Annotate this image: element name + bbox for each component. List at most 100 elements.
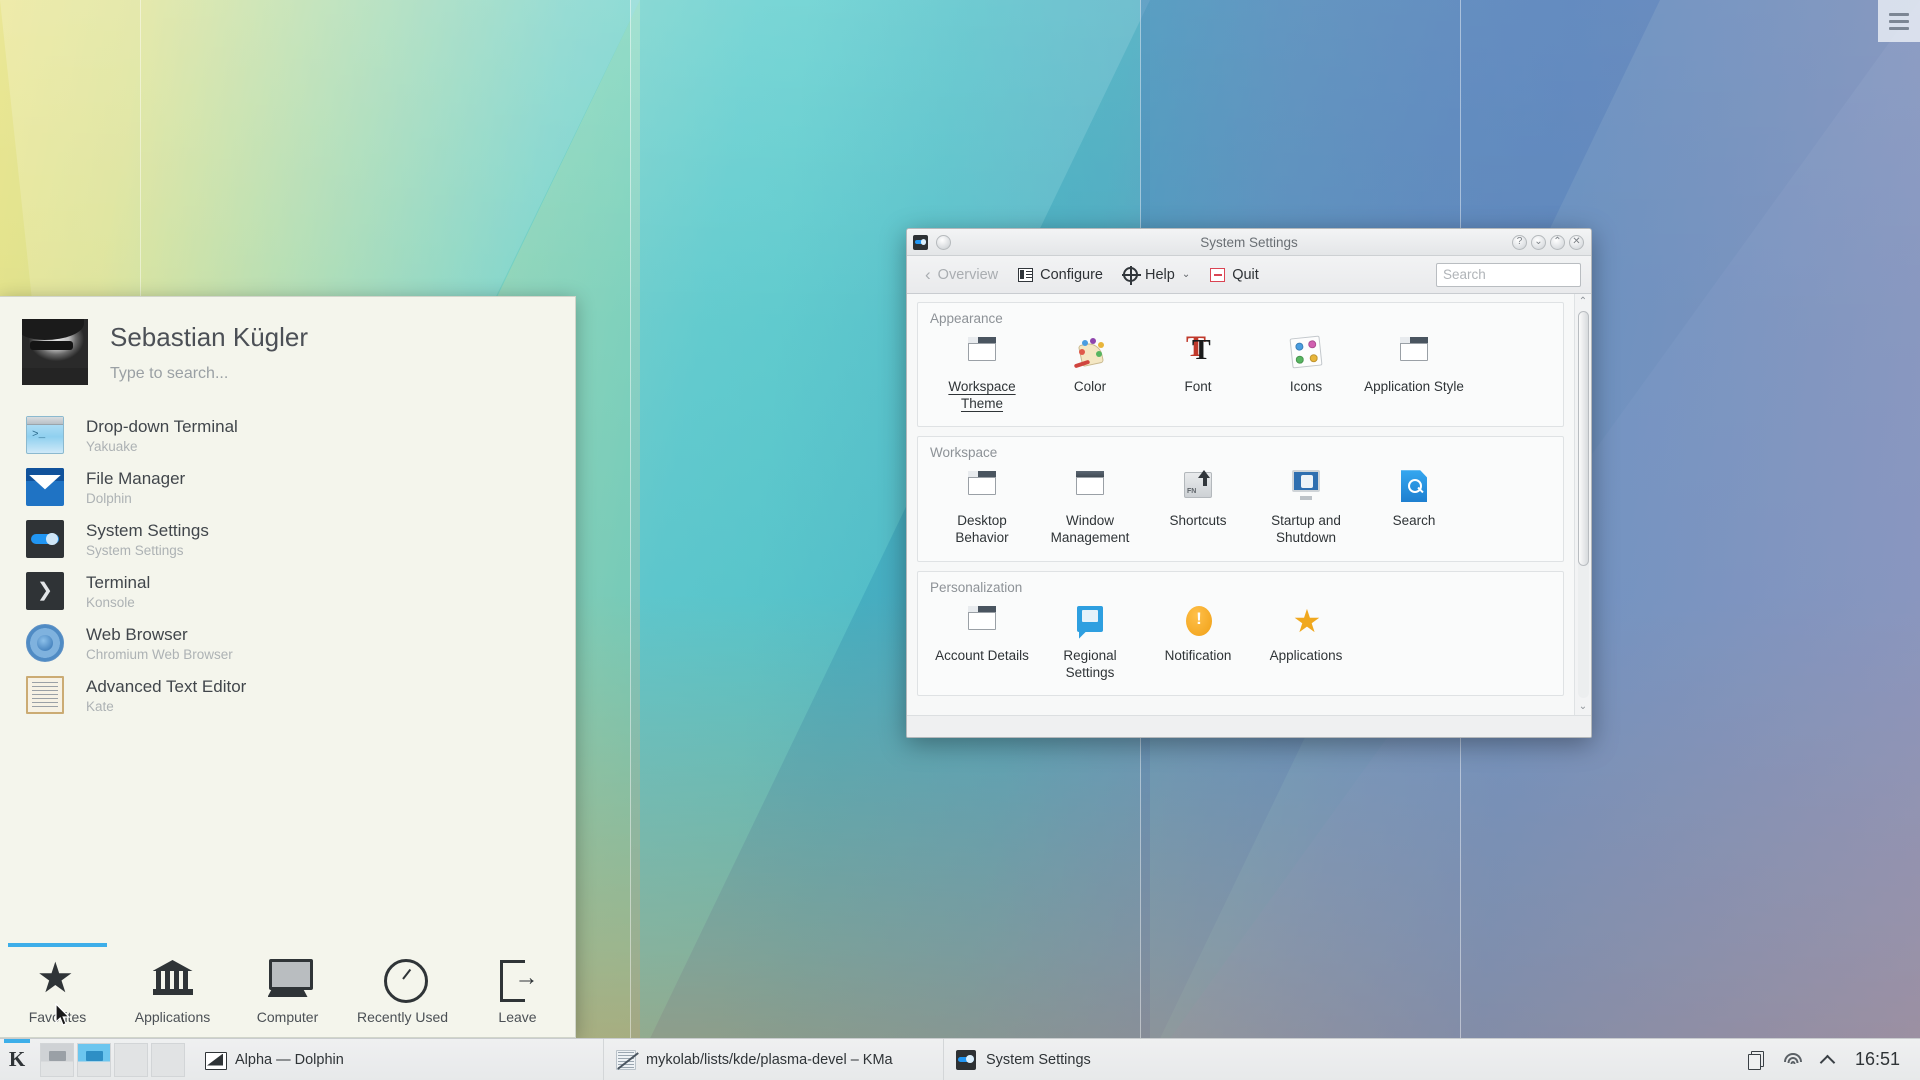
configure-icon	[1018, 267, 1034, 282]
kcm-applications[interactable]: ★ Applications	[1252, 599, 1360, 685]
kcm-label: Search	[1392, 513, 1436, 529]
search-placeholder: Search	[1443, 267, 1486, 282]
task-item[interactable]: System Settings	[943, 1038, 1183, 1080]
kcm-startup-shutdown[interactable]: Startup and Shutdown	[1252, 464, 1360, 550]
list-item[interactable]: File Manager Dolphin	[0, 461, 575, 513]
tab-computer[interactable]: Computer	[230, 943, 345, 1025]
pager-desktop-1[interactable]	[40, 1042, 74, 1077]
lifering-help-icon	[1121, 266, 1141, 285]
account-window-icon	[963, 604, 1001, 640]
section-title: Workspace	[930, 445, 998, 461]
bank-icon	[152, 957, 194, 999]
chevron-up-icon[interactable]	[1819, 1050, 1839, 1070]
clock[interactable]: 16:51	[1855, 1049, 1904, 1070]
configure-button[interactable]: Configure	[1010, 263, 1111, 287]
kmail-icon	[616, 1049, 636, 1070]
task-label: System Settings	[986, 1051, 1091, 1068]
vertical-scrollbar[interactable]: ⌃ ⌄	[1574, 294, 1591, 715]
window-style-icon	[1395, 335, 1433, 371]
settings-body: Appearance Workspace Theme Color T T Fon…	[907, 294, 1591, 715]
kcm-font[interactable]: Font	[1144, 330, 1252, 416]
kcm-label: Icons	[1289, 379, 1323, 394]
list-item-subtitle: Kate	[86, 698, 114, 714]
launcher-search-input[interactable]: Type to search...	[110, 365, 308, 383]
window-titlebar[interactable]: System Settings ? ⌄ ⌃ ✕	[907, 229, 1591, 256]
dolphin-icon	[26, 468, 64, 506]
kcm-label: Startup and Shutdown	[1271, 513, 1341, 546]
kcm-search[interactable]: Search	[1360, 464, 1468, 550]
kcm-application-style[interactable]: Application Style	[1360, 330, 1468, 416]
kcm-account-details[interactable]: Account Details	[928, 599, 1036, 685]
kcm-label: Color	[1073, 379, 1107, 394]
kcm-window-management[interactable]: Window Management	[1036, 464, 1144, 550]
task-item[interactable]: Alpha — Dolphin	[193, 1039, 603, 1080]
quit-button[interactable]: Quit	[1202, 263, 1267, 287]
list-item[interactable]: Advanced Text Editor Kate	[0, 669, 575, 721]
system-tray: 16:51	[1747, 1049, 1920, 1070]
tab-leave[interactable]: Leave	[460, 943, 575, 1025]
tab-applications[interactable]: Applications	[115, 943, 230, 1025]
taskbar: K Alpha — Dolphin mykolab/lists/kde/plas…	[0, 1038, 1920, 1080]
list-item[interactable]: System Settings System Settings	[0, 513, 575, 565]
kcm-label: Window Management	[1050, 513, 1130, 546]
help-menu-button[interactable]: Help ⌄	[1115, 263, 1198, 287]
pager-desktop-4[interactable]	[151, 1042, 185, 1077]
task-item[interactable]: mykolab/lists/kde/plasma-devel – KMa	[603, 1038, 943, 1080]
monitor-startup-icon	[1287, 469, 1325, 505]
chevron-down-icon: ⌄	[1181, 268, 1191, 280]
kcm-regional-settings[interactable]: Regional Settings	[1036, 599, 1144, 685]
list-item-title: File Manager	[86, 468, 186, 488]
kcm-shortcuts[interactable]: Shortcuts	[1144, 464, 1252, 550]
tab-label: Computer	[256, 1009, 319, 1025]
mouse-cursor	[55, 1003, 71, 1026]
warning-circle-icon	[1179, 604, 1217, 640]
star-icon: ★	[36, 954, 75, 1001]
list-item[interactable]: Terminal Konsole	[0, 565, 575, 617]
scroll-up-arrow-icon[interactable]: ⌃	[1579, 296, 1587, 308]
folder-icon	[205, 1050, 227, 1070]
keyboard-key-icon	[1179, 469, 1217, 505]
kde-k-icon: K	[8, 1047, 26, 1071]
kcm-label: Desktop Behavior	[955, 513, 1009, 546]
list-item[interactable]: Web Browser Chromium Web Browser	[0, 617, 575, 669]
list-item-subtitle: Chromium Web Browser	[86, 646, 233, 662]
kcm-label: Shortcuts	[1169, 513, 1227, 529]
kcm-notification[interactable]: Notification	[1144, 599, 1252, 685]
speech-bubble-icon	[1071, 604, 1109, 640]
kcm-desktop-behavior[interactable]: Desktop Behavior	[928, 464, 1036, 550]
chromium-icon	[26, 624, 64, 662]
monitor-icon	[267, 957, 313, 999]
overview-back-button[interactable]: ‹ Overview	[917, 261, 1006, 289]
launcher-tabs: ★ Favorites Applications Computer Recent…	[0, 943, 575, 1037]
list-item-subtitle: Yakuake	[86, 438, 138, 454]
scroll-down-arrow-icon[interactable]: ⌄	[1579, 701, 1587, 713]
section-title: Personalization	[930, 579, 1023, 595]
star-icon: ★	[1292, 602, 1322, 639]
clipboard-icon[interactable]	[1747, 1050, 1767, 1070]
list-item[interactable]: Drop-down Terminal Yakuake	[0, 409, 575, 461]
scrollbar-thumb[interactable]	[1577, 311, 1589, 567]
configure-label: Configure	[1040, 266, 1103, 283]
scrollbar-track[interactable]	[1577, 311, 1589, 698]
kickoff-menu-button[interactable]: K	[0, 1038, 34, 1080]
system-settings-icon	[26, 520, 64, 558]
kcm-icons[interactable]: Icons	[1252, 330, 1360, 416]
kcm-workspace-theme[interactable]: Workspace Theme	[928, 330, 1036, 416]
section-workspace: Workspace Desktop Behavior Window Manage…	[917, 436, 1564, 562]
list-item-title: Advanced Text Editor	[86, 676, 247, 696]
list-item-title: Terminal	[86, 572, 151, 592]
kcm-color[interactable]: Color	[1036, 330, 1144, 416]
task-list: Alpha — Dolphin mykolab/lists/kde/plasma…	[185, 1038, 1747, 1080]
window-toolbar: ‹ Overview Configure Help ⌄ Quit Search	[907, 256, 1591, 294]
search-input[interactable]: Search	[1436, 262, 1581, 287]
window-theme-icon	[963, 335, 1001, 371]
tab-recently-used[interactable]: Recently Used	[345, 943, 460, 1025]
desktop-toolbox-button[interactable]	[1878, 0, 1920, 42]
wifi-icon[interactable]	[1783, 1050, 1803, 1070]
system-settings-window: System Settings ? ⌄ ⌃ ✕ ‹ Overview Confi…	[906, 228, 1592, 738]
clock-icon	[382, 957, 428, 1003]
pager-desktop-3[interactable]	[114, 1042, 148, 1077]
pager-desktop-2[interactable]	[77, 1042, 111, 1077]
logout-icon	[497, 957, 539, 1002]
task-label: mykolab/lists/kde/plasma-devel – KMa	[646, 1051, 893, 1068]
